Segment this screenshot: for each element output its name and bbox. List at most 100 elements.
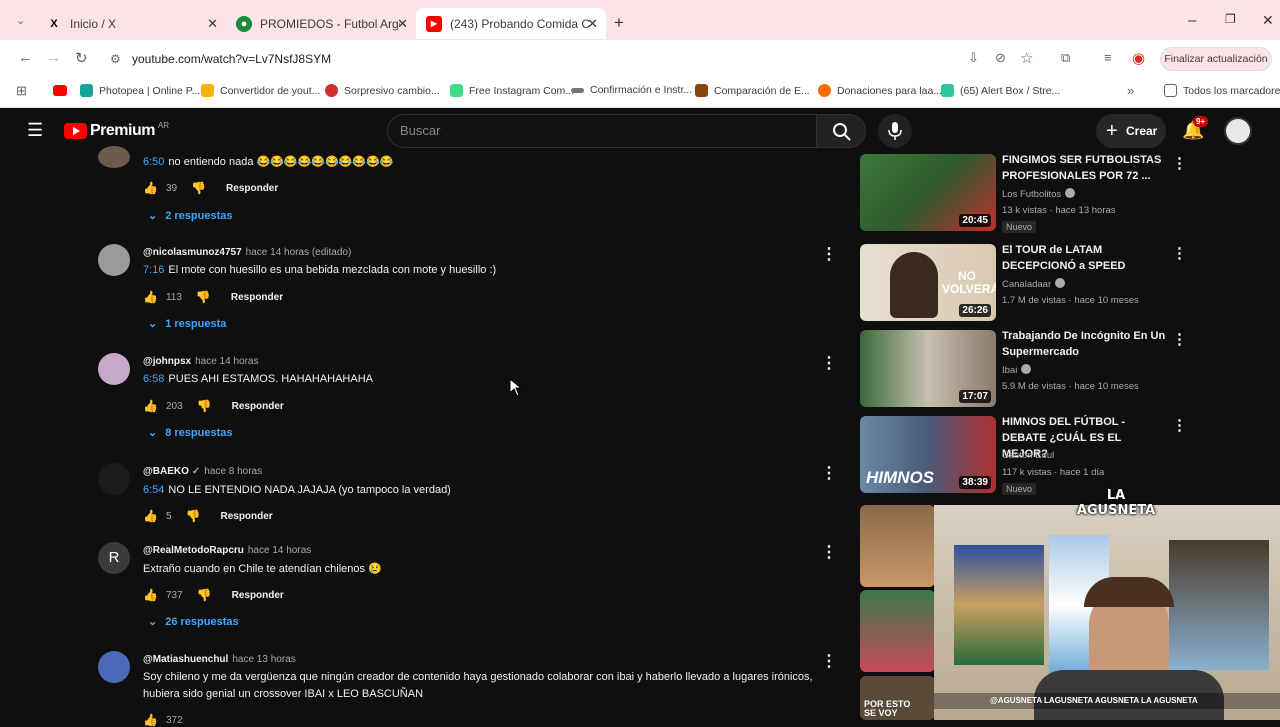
tab-youtube[interactable]: ▶ (243) Probando Comida Calleje ✕ bbox=[416, 8, 606, 39]
bookmark-instagram[interactable]: Free Instagram Com... bbox=[450, 84, 574, 97]
video-title[interactable]: El TOUR de LATAM DECEPCIONÓ a SPEED bbox=[1002, 242, 1167, 274]
forward-icon[interactable]: → bbox=[46, 49, 61, 66]
youtube-logo[interactable]: Premium AR bbox=[64, 121, 169, 140]
video-thumbnail[interactable]: 20:45 bbox=[860, 154, 996, 231]
media-icon[interactable]: ≡ bbox=[1104, 50, 1112, 65]
video-thumbnail[interactable]: 17:07 bbox=[860, 330, 996, 407]
recommended-video[interactable]: 20:45 FINGIMOS SER FUTBOLISTAS PROFESION… bbox=[860, 152, 1190, 233]
dislike-icon[interactable]: 👎 bbox=[196, 290, 211, 304]
like-icon[interactable]: 👍 bbox=[143, 713, 158, 727]
search-input[interactable]: Buscar bbox=[387, 114, 817, 148]
timestamp-link[interactable]: 6:50 bbox=[143, 156, 164, 168]
maximize-icon[interactable]: ❐ bbox=[1225, 12, 1236, 26]
avatar[interactable] bbox=[98, 244, 130, 276]
voice-search-button[interactable] bbox=[878, 114, 912, 148]
timestamp-link[interactable]: 7:16 bbox=[143, 264, 164, 276]
tab-search-icon[interactable]: ⌄ bbox=[16, 14, 25, 27]
bookmark-convertidor[interactable]: Convertidor de yout... bbox=[201, 84, 320, 97]
channel-name[interactable]: Canaladaar bbox=[1002, 278, 1066, 290]
video-menu-icon[interactable]: ⋮ bbox=[1172, 244, 1187, 262]
timestamp-link[interactable]: 6:54 bbox=[143, 484, 164, 496]
close-tab-icon[interactable]: ✕ bbox=[587, 16, 598, 32]
recommended-video[interactable]: NO VOLVERÁ 26:26 El TOUR de LATAM DECEPC… bbox=[860, 244, 1190, 322]
reload-icon[interactable]: ↻ bbox=[75, 49, 88, 67]
comment-menu-icon[interactable]: ⋮ bbox=[821, 463, 837, 483]
extensions-icon[interactable]: ⧉ bbox=[1061, 50, 1070, 66]
comment-menu-icon[interactable]: ⋮ bbox=[821, 651, 837, 671]
new-tab-icon[interactable]: + bbox=[614, 13, 624, 33]
channel-name[interactable]: Los Futbolitos bbox=[1002, 188, 1076, 200]
comment-menu-icon[interactable]: ⋮ bbox=[821, 542, 837, 562]
video-title[interactable]: Trabajando De Incógnito En Un Supermerca… bbox=[1002, 328, 1167, 360]
bookmark-donaciones[interactable]: Donaciones para laa... bbox=[818, 84, 942, 97]
bookmark-comparacion[interactable]: Comparación de E... bbox=[695, 84, 810, 97]
recommended-video[interactable]: HIMNOS 38:39 HIMNOS DEL FÚTBOL - DEBATE … bbox=[860, 416, 1190, 495]
avatar[interactable] bbox=[98, 651, 130, 683]
like-icon[interactable]: 👍 bbox=[143, 509, 158, 523]
back-icon[interactable]: ← bbox=[18, 49, 33, 66]
view-replies-button[interactable]: ⌄ 8 respuestas bbox=[148, 426, 232, 439]
close-tab-icon[interactable]: ✕ bbox=[207, 16, 218, 32]
dislike-icon[interactable]: 👎 bbox=[186, 509, 201, 523]
profile-icon[interactable]: ◉ bbox=[1132, 49, 1145, 67]
reply-button[interactable]: Responder bbox=[231, 292, 283, 303]
star-icon[interactable]: ☆ bbox=[1020, 49, 1033, 67]
video-menu-icon[interactable]: ⋮ bbox=[1172, 154, 1187, 172]
video-menu-icon[interactable]: ⋮ bbox=[1172, 416, 1187, 434]
menu-icon[interactable]: ☰ bbox=[27, 120, 43, 141]
timestamp-link[interactable]: 6:58 bbox=[143, 373, 164, 385]
bookmark-sorpresivo[interactable]: Sorpresivo cambio... bbox=[325, 84, 440, 97]
avatar[interactable] bbox=[98, 146, 130, 168]
video-title[interactable]: FINGIMOS SER FUTBOLISTAS PROFESIONALES P… bbox=[1002, 152, 1167, 184]
notifications-button[interactable]: 🔔 9+ bbox=[1182, 116, 1209, 141]
youtube-bookmark-icon[interactable] bbox=[53, 85, 67, 96]
video-thumbnail[interactable]: HIMNOS 38:39 bbox=[860, 416, 996, 493]
bookmark-alertbox[interactable]: (65) Alert Box / Stre... bbox=[941, 84, 1060, 97]
avatar[interactable] bbox=[98, 463, 130, 495]
apps-grid-icon[interactable]: ⊞ bbox=[16, 83, 27, 99]
site-info-icon[interactable]: ⚙ bbox=[110, 45, 121, 73]
minimize-icon[interactable]: – bbox=[1188, 12, 1196, 29]
create-button[interactable]: + Crear bbox=[1096, 114, 1166, 148]
comment-author[interactable]: @RealMetodoRapcru hace 14 horas bbox=[143, 545, 311, 556]
like-icon[interactable]: 👍 bbox=[143, 181, 158, 195]
bookmark-photopea[interactable]: Photopea | Online P... bbox=[80, 84, 200, 97]
all-bookmarks[interactable]: Todos los marcadores bbox=[1164, 84, 1280, 97]
close-window-icon[interactable]: ✕ bbox=[1262, 12, 1274, 29]
comment-author[interactable]: @Matiashuenchul hace 13 horas bbox=[143, 654, 296, 665]
like-icon[interactable]: 👍 bbox=[143, 588, 158, 602]
video-thumbnail[interactable] bbox=[860, 505, 935, 587]
avatar[interactable] bbox=[98, 353, 130, 385]
account-avatar[interactable] bbox=[1224, 117, 1252, 145]
bookmark-confirmacion[interactable]: Confirmación e Instr... bbox=[571, 84, 692, 96]
reply-button[interactable]: Responder bbox=[220, 511, 272, 522]
comment-author[interactable]: @BAEKO ✓ hace 8 horas bbox=[143, 466, 262, 477]
avatar[interactable]: R bbox=[98, 542, 130, 574]
tab-x[interactable]: X Inicio / X ✕ bbox=[36, 8, 226, 39]
finish-update-button[interactable]: Finalizar actualización bbox=[1160, 47, 1272, 71]
reply-button[interactable]: Responder bbox=[226, 183, 278, 194]
search-button[interactable] bbox=[816, 114, 866, 148]
comment-author[interactable]: @nicolasmunoz4757 hace 14 horas (editado) bbox=[143, 247, 351, 258]
chevron-right-icon[interactable]: » bbox=[1127, 83, 1134, 98]
like-icon[interactable]: 👍 bbox=[143, 290, 158, 304]
dislike-icon[interactable]: 👎 bbox=[197, 399, 212, 413]
url-input[interactable]: ⚙ youtube.com/watch?v=Lv7NsfJ8SYM bbox=[100, 45, 1150, 73]
video-menu-icon[interactable]: ⋮ bbox=[1172, 330, 1187, 348]
install-icon[interactable]: ⇩ bbox=[968, 50, 979, 66]
video-thumbnail[interactable]: POR ESTO SE VOY bbox=[860, 676, 935, 720]
view-replies-button[interactable]: ⌄ 1 respuesta bbox=[148, 317, 226, 330]
comment-menu-icon[interactable]: ⋮ bbox=[821, 244, 837, 264]
recommended-video[interactable]: 17:07 Trabajando De Incógnito En Un Supe… bbox=[860, 330, 1190, 408]
tab-promiedos[interactable]: ● PROMIEDOS - Futbol Argentino ✕ bbox=[226, 8, 416, 39]
close-tab-icon[interactable]: ✕ bbox=[397, 16, 408, 32]
dislike-icon[interactable]: 👎 bbox=[197, 588, 212, 602]
channel-name[interactable]: Gastón Edul bbox=[1002, 450, 1054, 461]
eye-off-icon[interactable]: ⊘ bbox=[995, 50, 1006, 66]
video-thumbnail[interactable]: NO VOLVERÁ 26:26 bbox=[860, 244, 996, 321]
like-icon[interactable]: 👍 bbox=[143, 399, 158, 413]
comment-author[interactable]: @johnpsx hace 14 horas bbox=[143, 356, 258, 367]
reply-button[interactable]: Responder bbox=[232, 401, 284, 412]
reply-button[interactable]: Responder bbox=[232, 590, 284, 601]
channel-name[interactable]: Ibai bbox=[1002, 364, 1032, 376]
